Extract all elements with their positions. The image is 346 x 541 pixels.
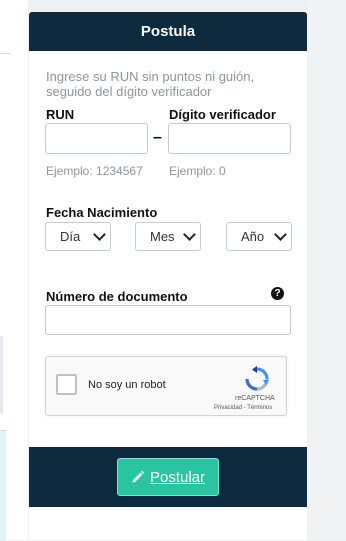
pencil-icon — [132, 470, 145, 483]
divider — [0, 53, 10, 54]
question-circle-icon[interactable]: ? — [271, 287, 284, 300]
submit-button[interactable]: Postular — [117, 458, 219, 496]
check-digit-input[interactable] — [168, 123, 291, 154]
form-header: Postula — [29, 12, 307, 51]
chevron-down-icon — [274, 228, 287, 241]
recaptcha-checkbox[interactable] — [56, 374, 77, 395]
recaptcha-widget: No soy un robot reCAPTCHA Privacidad - T… — [45, 356, 287, 416]
month-select[interactable]: Mes — [135, 222, 201, 251]
background-right-panel — [307, 0, 346, 540]
document-number-input[interactable] — [45, 305, 291, 335]
day-select-value: Día — [60, 229, 81, 244]
run-instructions: Ingrese su RUN sin puntos ni guión, segu… — [46, 69, 255, 99]
background-left-panel — [0, 0, 28, 541]
month-select-value: Mes — [150, 229, 175, 244]
background-edge — [0, 336, 3, 414]
run-input[interactable] — [45, 123, 148, 154]
year-select-value: Año — [241, 229, 265, 244]
chevron-down-icon — [93, 228, 106, 241]
form-title: Postula — [140, 23, 196, 40]
form-footer: Postular — [29, 447, 307, 507]
recaptcha-terms-links[interactable]: Privacidad - Términos — [214, 405, 272, 411]
run-label: RUN — [46, 107, 75, 122]
recaptcha-logo-icon — [245, 366, 269, 391]
submit-button-label: Postular — [149, 468, 206, 486]
check-digit-label: Dígito verificador — [169, 107, 276, 122]
background-panel — [0, 430, 6, 541]
chevron-down-icon — [183, 228, 196, 241]
recaptcha-label: No soy un robot — [88, 379, 166, 391]
check-digit-example-hint: Ejemplo: 0 — [169, 164, 226, 178]
year-select[interactable]: Año — [226, 222, 292, 251]
run-separator: – — [153, 129, 162, 146]
recaptcha-brand: reCAPTCHA — [235, 395, 275, 402]
application-form-card: Postula Ingrese su RUN sin puntos ni gui… — [29, 12, 307, 540]
birth-date-label: Fecha Nacimiento — [46, 205, 158, 220]
document-number-label: Número de documento — [46, 289, 188, 304]
run-example-hint: Ejemplo: 1234567 — [46, 164, 143, 178]
day-select[interactable]: Día — [45, 222, 111, 251]
